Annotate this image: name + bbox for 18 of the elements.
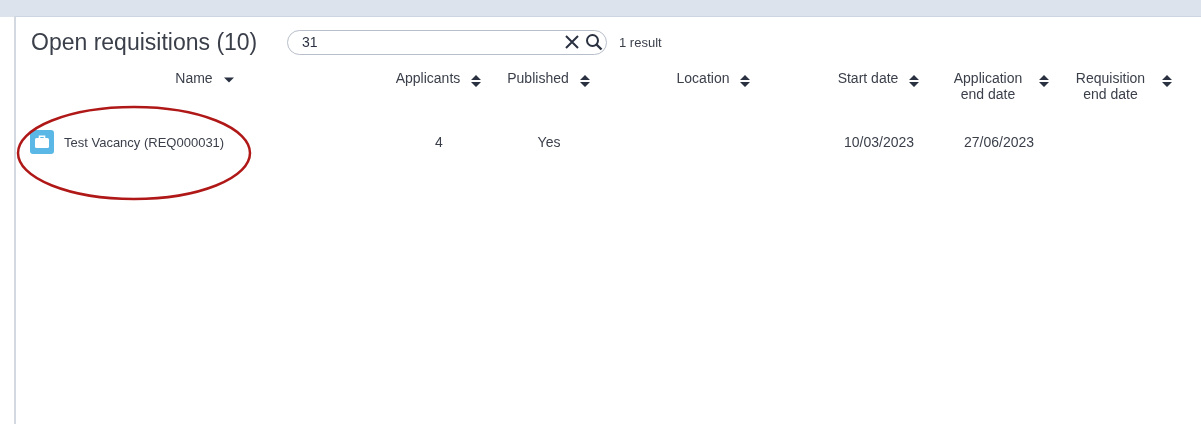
briefcase-icon bbox=[30, 130, 54, 154]
column-header[interactable]: Requisition end date bbox=[1054, 70, 1189, 122]
clear-icon[interactable] bbox=[565, 35, 579, 49]
page-title: Open requisitions (10) bbox=[31, 28, 259, 56]
result-count: 1 result bbox=[619, 34, 662, 50]
table-cell: 10/03/2023 bbox=[843, 134, 915, 150]
column-header[interactable]: Published bbox=[484, 70, 614, 122]
column-header[interactable]: Application end date bbox=[944, 70, 1054, 122]
column-header[interactable]: Applicants bbox=[394, 70, 484, 122]
column-header[interactable]: Start date bbox=[814, 70, 944, 122]
search-icon[interactable] bbox=[585, 33, 603, 51]
column-header[interactable]: Location bbox=[614, 70, 814, 122]
column-header[interactable]: Name bbox=[16, 70, 394, 122]
table-cell: 27/06/2023 bbox=[963, 134, 1035, 150]
requisition-link[interactable]: Test Vacancy (REQ000031) bbox=[64, 134, 225, 150]
table-cell: 4 bbox=[435, 134, 443, 150]
table-cell: Yes bbox=[537, 134, 561, 150]
search-field[interactable]: 31 bbox=[287, 29, 607, 55]
